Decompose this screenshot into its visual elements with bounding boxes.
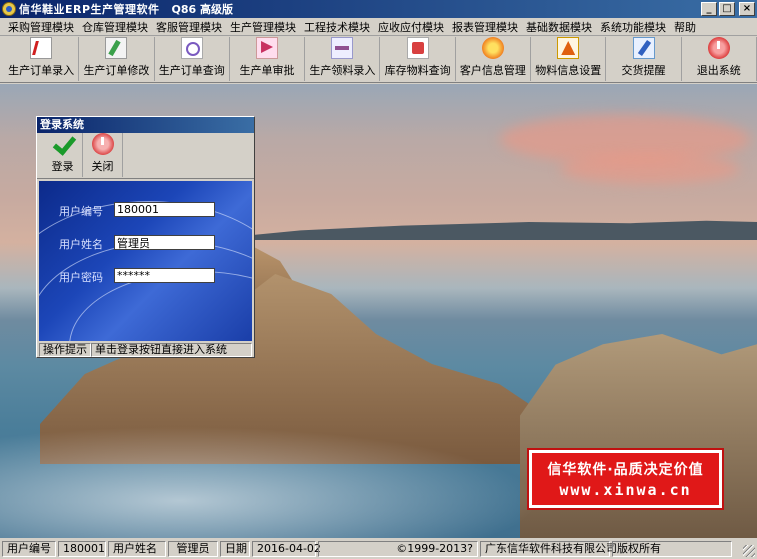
approve-icon	[256, 37, 279, 59]
menu-receivable-payable[interactable]: 应收应付模块	[374, 19, 448, 35]
brand-watermark: 信华软件·品质决定价值 www.xinwa.cn	[529, 450, 722, 508]
distant-land	[250, 220, 757, 240]
main-toolbar: 生产订单录入 生产订单修改 生产订单查询 生产单审批 生产领料录入 库存物料查询…	[0, 37, 757, 83]
menu-customer-service[interactable]: 客服管理模块	[152, 19, 226, 35]
toolbar-label: 客户信息管理	[459, 64, 526, 77]
watermark-url: www.xinwa.cn	[559, 481, 692, 499]
exit-icon	[707, 37, 730, 59]
window-version: Q86 高级版	[171, 3, 234, 16]
toolbar-order-edit-button[interactable]: 生产订单修改	[79, 37, 155, 81]
toolbar-label: 生产领料录入	[309, 64, 376, 77]
power-icon	[91, 133, 114, 155]
toolbar-material-pick-button[interactable]: 生产领料录入	[305, 37, 381, 81]
edit-icon	[105, 37, 128, 59]
status-user-id-label: 用户编号	[2, 540, 56, 557]
status-date: 2016-04-02	[252, 540, 321, 557]
login-form-panel: 用户编号 用户姓名 用户密码	[39, 181, 252, 341]
password-input[interactable]	[114, 268, 215, 283]
app-logo-icon	[2, 2, 16, 16]
menu-basic-data[interactable]: 基础数据模块	[522, 19, 596, 35]
toolbar-label: 退出系统	[696, 64, 741, 77]
status-rights: 版权所有	[612, 540, 732, 557]
login-toolbar: 登录 关闭	[37, 133, 254, 179]
window-title: 信华鞋业ERP生产管理软件	[19, 3, 160, 16]
pick-icon	[331, 37, 354, 59]
toolbar-label: 库存物料查询	[384, 64, 451, 77]
maximize-button[interactable]: □	[719, 2, 735, 16]
query-icon	[180, 37, 203, 59]
hint-text: 单击登录按钮直接进入系统	[91, 343, 252, 357]
menu-help[interactable]: 帮助	[670, 19, 700, 35]
status-user-name: 管理员	[168, 540, 218, 557]
user-id-label: 用户编号	[59, 205, 103, 218]
close-dialog-button[interactable]: 关闭	[83, 133, 123, 177]
toolbar-label: 生产订单录入	[8, 64, 75, 77]
customer-icon	[481, 37, 504, 59]
menu-bar: 采购管理模块 仓库管理模块 客服管理模块 生产管理模块 工程技术模块 应收应付模…	[0, 18, 757, 36]
menu-production[interactable]: 生产管理模块	[226, 19, 300, 35]
toolbar-label: 交货提醒	[621, 64, 666, 77]
toolbar-order-entry-button[interactable]: 生产订单录入	[4, 37, 80, 81]
window-controls: _ □ ×	[701, 2, 755, 16]
resize-grip-icon[interactable]	[743, 545, 755, 557]
menu-purchase[interactable]: 采购管理模块	[4, 19, 78, 35]
user-name-input[interactable]	[114, 235, 215, 250]
check-icon	[52, 133, 74, 155]
password-label: 用户密码	[59, 271, 103, 284]
status-copyright: ©1999-2013?	[318, 540, 478, 557]
toolbar-label: 生产订单查询	[158, 64, 225, 77]
toolbar-delivery-reminder-button[interactable]: 交货提醒	[606, 37, 682, 81]
status-user-id: 180001	[58, 540, 106, 557]
toolbar-approve-button[interactable]: 生产单审批	[230, 37, 306, 81]
toolbar-stock-query-button[interactable]: 库存物料查询	[380, 37, 456, 81]
status-user-name-label: 用户姓名	[108, 540, 166, 557]
watermark-slogan: 信华软件·品质决定价值	[547, 462, 704, 478]
status-company: 广东信华软件科技有限公司	[480, 540, 617, 557]
toolbar-label: 生产单审批	[239, 64, 295, 77]
status-date-label: 日期	[220, 540, 250, 557]
hint-label: 操作提示	[39, 343, 91, 357]
sea-foam	[0, 414, 600, 538]
minimize-button[interactable]: _	[701, 2, 717, 16]
toolbar-exit-button[interactable]: 退出系统	[682, 37, 757, 81]
doc-icon	[30, 37, 53, 59]
cloud-shape	[560, 154, 740, 184]
toolbar-order-query-button[interactable]: 生产订单查询	[155, 37, 230, 81]
delivery-icon	[632, 37, 655, 59]
close-button-label: 关闭	[91, 160, 114, 173]
material-icon	[557, 37, 580, 59]
user-name-label: 用户姓名	[59, 238, 103, 251]
login-dialog: 登录系统 登录 关闭 用户编号 用户姓名 用户密码 操作提示 单击登录按钮直接进…	[36, 116, 255, 358]
toolbar-material-settings-button[interactable]: 物料信息设置	[531, 37, 607, 81]
stock-icon	[406, 37, 429, 59]
toolbar-label: 生产订单修改	[83, 64, 150, 77]
menu-warehouse[interactable]: 仓库管理模块	[78, 19, 152, 35]
menu-engineering[interactable]: 工程技术模块	[300, 19, 374, 35]
login-button[interactable]: 登录	[43, 133, 83, 177]
toolbar-customer-button[interactable]: 客户信息管理	[456, 37, 532, 81]
close-button[interactable]: ×	[739, 2, 755, 16]
login-status-bar: 操作提示 单击登录按钮直接进入系统	[39, 343, 252, 357]
menu-reports[interactable]: 报表管理模块	[448, 19, 522, 35]
user-id-input[interactable]	[114, 202, 215, 217]
login-dialog-title: 登录系统	[37, 117, 254, 133]
title-bar: 信华鞋业ERP生产管理软件 Q86 高级版 _ □ ×	[0, 0, 757, 18]
login-button-label: 登录	[51, 160, 74, 173]
status-bar: 用户编号 180001 用户姓名 管理员 日期 2016-04-02 ©1999…	[0, 538, 757, 559]
toolbar-label: 物料信息设置	[535, 64, 602, 77]
menu-system[interactable]: 系统功能模块	[596, 19, 670, 35]
